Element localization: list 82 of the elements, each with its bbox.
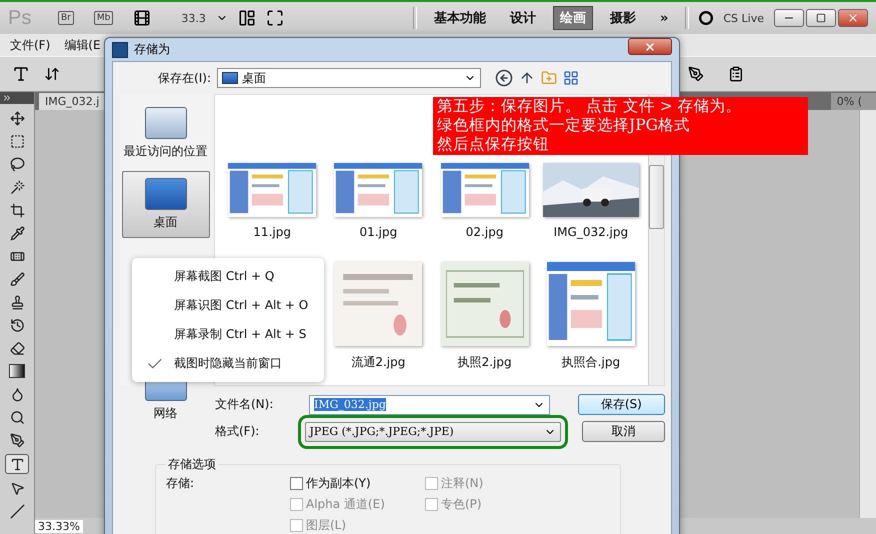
dialog-title: 存储为: [134, 41, 171, 58]
file-name[interactable]: 执照合.jpg: [562, 354, 620, 371]
workspace-tab[interactable]: 设计: [502, 6, 543, 30]
app-icon: [112, 42, 128, 58]
annotation-text: 然后点保存按钮: [437, 135, 550, 154]
text-orientation-icon[interactable]: [44, 66, 60, 82]
menu-item[interactable]: 文件(F): [10, 36, 50, 54]
minimize-button[interactable]: [774, 9, 804, 27]
menu-item[interactable]: 编辑(E: [64, 36, 101, 54]
layout-icon[interactable]: [238, 9, 256, 27]
workspace-tab[interactable]: 基本功能: [426, 6, 493, 30]
restore-button[interactable]: [806, 9, 836, 27]
restore-icon: [816, 13, 826, 23]
zoom-level[interactable]: 33.3: [181, 12, 206, 24]
panel-icon[interactable]: [728, 66, 744, 82]
pen-icon[interactable]: [10, 432, 24, 448]
group-title: 存储选项: [167, 456, 217, 473]
file-name-label: 文件名(N):: [215, 396, 274, 413]
file-name[interactable]: 02.jpg: [466, 225, 504, 239]
eraser-icon[interactable]: [10, 340, 24, 356]
workspace-tab[interactable]: 摄影: [602, 6, 643, 30]
brush-icon[interactable]: [10, 272, 24, 286]
zoom-readout[interactable]: 33.33%: [35, 520, 83, 532]
save-in-label: 保存在(I):: [157, 70, 211, 86]
bridge-button[interactable]: Br: [58, 11, 74, 25]
crop-icon[interactable]: [10, 202, 24, 218]
scrollbar-thumb[interactable]: [649, 165, 664, 229]
mini-bridge-button[interactable]: Mb: [94, 11, 114, 25]
app-logo: Ps: [8, 6, 32, 30]
file-name[interactable]: 01.jpg: [360, 225, 398, 239]
film-icon[interactable]: [133, 9, 152, 27]
up-folder-icon[interactable]: [519, 70, 535, 86]
more-button[interactable]: »: [652, 8, 676, 28]
cs-live-icon: [699, 11, 714, 25]
close-icon: [847, 12, 859, 24]
close-button[interactable]: [838, 9, 868, 27]
screen-mode-icon[interactable]: [266, 9, 284, 27]
menu-item[interactable]: 屏幕识图 Ctrl + Alt + O: [174, 297, 308, 314]
type-tool-icon[interactable]: [12, 65, 30, 83]
scrollbar[interactable]: [859, 110, 876, 518]
save-label: 存储:: [166, 475, 196, 492]
menu-item[interactable]: 屏幕截图 Ctrl + Q: [174, 268, 274, 285]
warp-text-icon[interactable]: [688, 66, 704, 82]
menu-item[interactable]: 截图时隐藏当前窗口: [174, 355, 282, 372]
gradient-icon[interactable]: [9, 364, 25, 378]
annotation-text: 第五步：保存图片。 点击 文件 > 存储为。: [437, 97, 743, 116]
cancel-button[interactable]: 取消: [582, 421, 665, 442]
menu-item[interactable]: 屏幕录制 Ctrl + Alt + S: [174, 326, 306, 343]
file-name[interactable]: 执照2.jpg: [458, 354, 512, 371]
annotation-text: 绿色框内的格式一定要选择JPG格式: [437, 116, 692, 135]
workspace-tab[interactable]: 绘画: [552, 6, 593, 30]
document-tab[interactable]: 0% (: [830, 93, 876, 110]
move-tool-icon[interactable]: [10, 110, 24, 126]
history-brush-icon[interactable]: [10, 318, 24, 332]
eyedropper-icon[interactable]: [10, 226, 24, 240]
file-name[interactable]: 11.jpg: [253, 225, 291, 239]
type-tool-icon[interactable]: [10, 456, 24, 472]
close-icon: [644, 40, 656, 52]
option-checkbox[interactable]: 作为副本(Y): [290, 475, 425, 492]
format-label: 格式(F):: [215, 423, 260, 440]
lasso-tool-icon[interactable]: [10, 156, 24, 172]
save-button[interactable]: 保存(S): [578, 394, 665, 415]
format-dropdown[interactable]: JPEG (*.JPG;*.JPEG;*.JPE): [304, 422, 561, 442]
place-item[interactable]: 桌面: [122, 171, 210, 238]
place-item[interactable]: 最近访问的位置: [122, 100, 210, 167]
stamp-icon[interactable]: [10, 294, 24, 310]
expand-icon[interactable]: [2, 93, 12, 103]
line-tool-icon[interactable]: [10, 504, 24, 518]
back-icon[interactable]: [495, 69, 513, 87]
pointer-icon[interactable]: [10, 480, 24, 496]
document-tab[interactable]: IMG_032.j: [39, 93, 105, 110]
marquee-tool-icon[interactable]: [10, 134, 24, 148]
file-name[interactable]: 流通2.jpg: [351, 354, 406, 371]
magic-wand-icon[interactable]: [10, 180, 24, 194]
magnifier-icon[interactable]: [10, 410, 24, 424]
file-name[interactable]: IMG_032.jpg: [554, 225, 628, 239]
drop-icon[interactable]: [10, 386, 24, 402]
view-menu-icon[interactable]: [563, 70, 579, 86]
save-in-dropdown[interactable]: 桌面: [217, 68, 481, 88]
file-name-field[interactable]: IMG_032.jpg: [309, 394, 550, 414]
cs-live-menu[interactable]: CS Live: [723, 12, 764, 24]
close-button[interactable]: [628, 38, 672, 55]
